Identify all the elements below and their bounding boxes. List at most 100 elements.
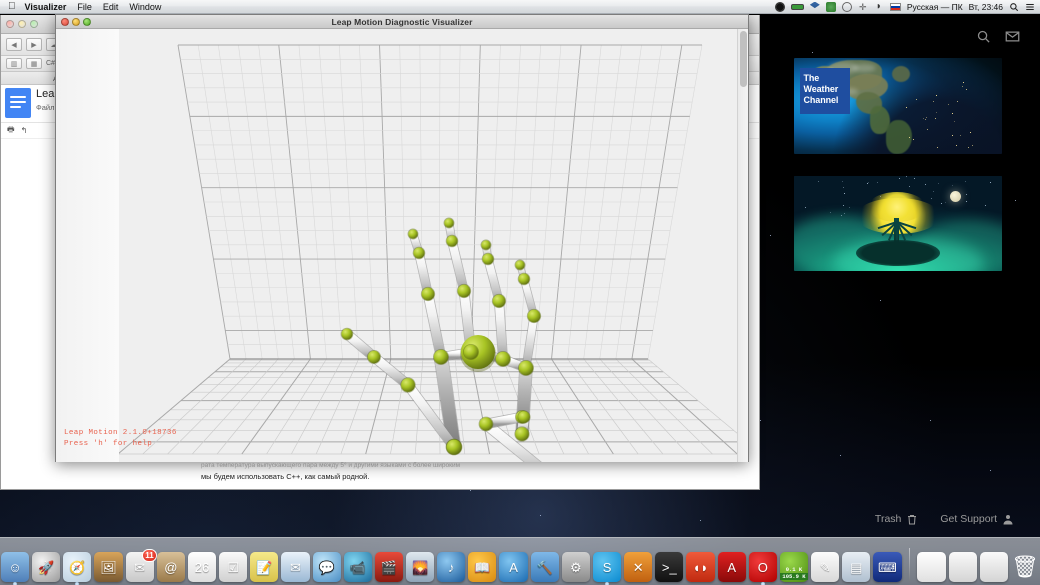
dock-item-opera-mail[interactable]: ◖◗ [686,552,714,582]
dock-item-glyph: ✉ [134,561,145,574]
dock-item-system-preferences[interactable]: ⚙ [562,552,590,582]
dock-item-photos[interactable]: 🌄 [406,552,434,582]
close-button[interactable] [6,20,14,28]
dock[interactable]: ☺ 🚀 🧭 🖼 ✉ 11 @26 ☑ 📝 ✉ 💬 📹 🎬 🌄 ♪ 📖 A 🔨 ⚙ S ✕ >_ ◖◗ A O 0.1 K 105.9… [0,537,1040,585]
tree-artwork [794,176,1002,271]
minimize-button[interactable] [18,20,26,28]
dock-item-xquartz[interactable]: ✕ [624,552,652,582]
spotlight-search-icon[interactable] [1009,2,1019,12]
dock-item-glyph: S [603,561,612,574]
dock-item-messages-alt[interactable]: ✉ [281,552,309,582]
dock-item-glyph: A [509,561,518,574]
version-overlay: Leap Motion 2.1.0+18736 Press 'h' for hel… [64,428,177,450]
document-body-text: мы будем использовать C++, как самый род… [201,472,621,481]
forward-icon[interactable]: ▶ [26,38,42,51]
desktop-widgets: The Weather Channel [755,15,1040,271]
dock-item-adobe-reader[interactable]: A [718,552,746,582]
menu-bar[interactable]:  Visualizer File Edit Window ✛ ◗ Русска… [0,0,1040,14]
trash-shortcut[interactable]: Trash [875,513,918,526]
dock-item-messages[interactable]: 💬 [313,552,341,582]
visualizer-3d-canvas[interactable]: Leap Motion 2.1.0+18736 Press 'h' for hel… [56,29,748,462]
dock-item-mail[interactable]: ✉ 11 [126,552,154,582]
dock-item-contacts[interactable]: @ [157,552,185,582]
zoom-button[interactable] [30,20,38,28]
dock-item-glyph: ✉ [290,561,301,574]
contrast-icon[interactable] [775,2,785,12]
dock-badge: 11 [142,549,156,562]
menu-item-file[interactable]: File [77,2,92,12]
dock-item-ibooks[interactable]: 📖 [468,552,496,582]
canvas-left-margin [56,29,119,462]
grid-icon[interactable]: ▦ [26,58,42,69]
menu-bar-status-area: ✛ ◗ Русская — ПК Вт, 23:46 [775,2,1040,12]
dock-item-glyph: 🔨 [537,561,553,574]
dock-item-glyph: 📝 [256,561,272,574]
time-machine-icon[interactable] [842,2,852,12]
dock-item-glyph: 26 [195,561,209,574]
dock-item-document-pdf[interactable] [980,552,1008,582]
dock-item-launchpad[interactable]: 🚀 [32,552,60,582]
dock-item-calendar[interactable]: 26 [188,552,216,582]
dock-item-glyph: >_ [662,561,677,574]
notification-center-icon[interactable] [1025,2,1035,12]
menu-item-edit[interactable]: Edit [103,2,119,12]
menu-item-visualizer[interactable]: Visualizer [25,2,67,12]
dock-item-trash[interactable]: 🗑 [1011,552,1039,582]
dock-item-notes[interactable]: 📝 [250,552,278,582]
battery-icon[interactable] [791,4,804,10]
dock-item-textedit[interactable]: ✎ [811,552,839,582]
weather-channel-widget[interactable]: The Weather Channel [794,58,1002,154]
dock-item-glyph: @ [164,561,177,574]
visualizer-titlebar[interactable]: Leap Motion Diagnostic Visualizer [56,15,748,29]
sync-icon[interactable] [826,2,836,12]
dock-item-reminders[interactable]: ☑ [219,552,247,582]
dock-item-itunes[interactable]: ♪ [437,552,465,582]
dock-item-finder[interactable]: ☺ [1,552,29,582]
trash-label: Trash [875,513,901,525]
input-source-label[interactable]: Русская — ПК [907,2,963,12]
dock-item-glyph: ◖◗ [693,561,709,574]
dock-item-xcode[interactable]: 🔨 [531,552,559,582]
scrollbar-thumb[interactable] [740,31,747,87]
glowing-tree-widget[interactable] [794,176,1002,271]
search-icon[interactable] [976,29,991,44]
dock-item-app-store[interactable]: A [499,552,527,582]
dock-item-safari[interactable]: 🧭 [63,552,91,582]
dropbox-icon[interactable] [810,2,820,12]
dock-item-skype[interactable]: S [593,552,621,582]
dock-item-glyph: ⌨ [878,561,897,574]
dock-item-folder-apps[interactable]: ▤ [842,552,870,582]
hand-tracking-scene [56,29,748,462]
dock-item-keyboard-viewer[interactable]: ⌨ [873,552,901,582]
menu-bar-clock[interactable]: Вт, 23:46 [969,2,1003,12]
dock-item-terminal[interactable]: >_ [655,552,683,582]
back-icon[interactable]: ◀ [6,38,22,51]
leap-visualizer-window[interactable]: Leap Motion Diagnostic Visualizer Leap M… [55,14,749,462]
dock-item-network-monitor[interactable]: 0.1 K 105.9 K [780,552,808,582]
get-support-shortcut[interactable]: Get Support [940,513,1014,526]
dock-item-imovie[interactable]: 🎬 [375,552,403,582]
apple-menu-icon[interactable]:  [8,2,16,12]
dock-item-document-blank[interactable] [917,552,945,582]
dock-item-opera[interactable]: O [749,552,777,582]
dock-item-glyph: ✎ [820,561,831,574]
dock-item-glyph: ♪ [448,561,455,574]
dock-item-document-window[interactable] [949,552,977,582]
document-body-faint: рата температура выпускающего пара между… [201,462,671,469]
wifi-icon[interactable]: ◗ [874,2,884,12]
dock-item-glyph: 🖼 [100,561,117,574]
dock-item-facetime[interactable]: 📹 [344,552,372,582]
dock-item-iphoto[interactable]: 🖼 [94,552,122,582]
input-source-flag-icon[interactable] [890,3,901,11]
book-icon[interactable]: ▥ [6,58,22,69]
dock-item-glyph: A [727,561,736,574]
get-support-label: Get Support [940,513,997,525]
google-docs-icon [5,88,31,118]
mail-icon[interactable] [1005,29,1020,44]
canvas-scrollbar[interactable] [737,29,748,462]
print-icon[interactable]: 🖶 [7,124,15,138]
airplay-icon[interactable]: ✛ [858,2,868,12]
network-upload-label: 0.1 K [780,566,808,573]
menu-item-window[interactable]: Window [129,2,161,12]
undo-icon[interactable]: ↰ [21,126,28,135]
